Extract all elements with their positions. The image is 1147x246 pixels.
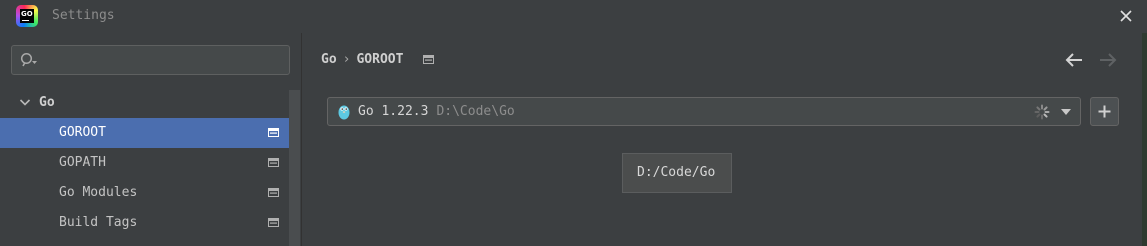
add-sdk-button[interactable] xyxy=(1090,97,1119,126)
close-icon xyxy=(1120,10,1132,22)
sidebar-item-gopath[interactable]: GOPATH xyxy=(0,148,289,178)
sdk-path: D:\Code\Go xyxy=(436,104,515,119)
sidebar-scrollbar[interactable] xyxy=(289,90,300,246)
breadcrumb-separator: › xyxy=(342,52,351,67)
chevron-down-icon xyxy=(19,99,31,106)
breadcrumb: Go › GOROOT xyxy=(321,52,435,67)
arrow-right-icon[interactable] xyxy=(1099,52,1117,68)
project-scope-icon xyxy=(268,158,279,167)
search-icon xyxy=(20,52,37,67)
go-sdk-select[interactable]: Go 1.22.3 D:\Code\Go xyxy=(327,97,1081,126)
project-scope-icon xyxy=(268,128,279,137)
sidebar-item-label: GOPATH xyxy=(59,155,106,170)
settings-search-input[interactable] xyxy=(11,45,290,75)
loading-spinner-icon xyxy=(1034,104,1050,120)
title-bar: GO Settings xyxy=(0,0,1147,33)
tooltip-text: D:/Code/Go xyxy=(637,165,716,180)
settings-tree: Go GOROOT GOPATH Go Modules Build Tags xyxy=(0,88,289,238)
plus-icon xyxy=(1098,105,1111,118)
tree-group-go[interactable]: Go xyxy=(0,88,289,118)
sdk-path-tooltip: D:/Code/Go xyxy=(622,153,732,193)
sidebar-item-goroot[interactable]: GOROOT xyxy=(0,118,289,148)
sidebar-item-label: Go Modules xyxy=(59,185,138,200)
window-title: Settings xyxy=(52,8,115,23)
breadcrumb-parent[interactable]: Go xyxy=(321,52,337,67)
tree-group-label: Go xyxy=(39,95,55,110)
settings-content: Go › GOROOT Go 1.22.3 D:\Code\Go D:/Code… xyxy=(302,33,1147,246)
sidebar-item-go-modules[interactable]: Go Modules xyxy=(0,178,289,208)
dropdown-arrow-icon xyxy=(1061,109,1071,115)
sidebar-item-label: Build Tags xyxy=(59,215,138,230)
sdk-version: Go 1.22.3 xyxy=(358,104,429,119)
project-scope-icon xyxy=(268,188,279,197)
background-window-edge xyxy=(1142,33,1147,246)
settings-dialog: GO Settings Go GOROOT GOPATH Go Modules … xyxy=(0,0,1147,246)
sdk-label: Go 1.22.3 D:\Code\Go xyxy=(358,104,515,119)
sidebar-item-label: GOROOT xyxy=(59,125,106,140)
settings-sidebar: Go GOROOT GOPATH Go Modules Build Tags xyxy=(0,33,302,246)
arrow-left-icon[interactable] xyxy=(1065,52,1083,68)
close-button[interactable] xyxy=(1116,6,1136,26)
goland-logo-icon: GO xyxy=(16,5,38,27)
breadcrumb-current: GOROOT xyxy=(356,52,404,67)
sidebar-item-build-tags[interactable]: Build Tags xyxy=(0,208,289,238)
project-scope-icon xyxy=(423,55,435,64)
project-scope-icon xyxy=(268,218,279,227)
gopher-icon xyxy=(338,105,350,120)
